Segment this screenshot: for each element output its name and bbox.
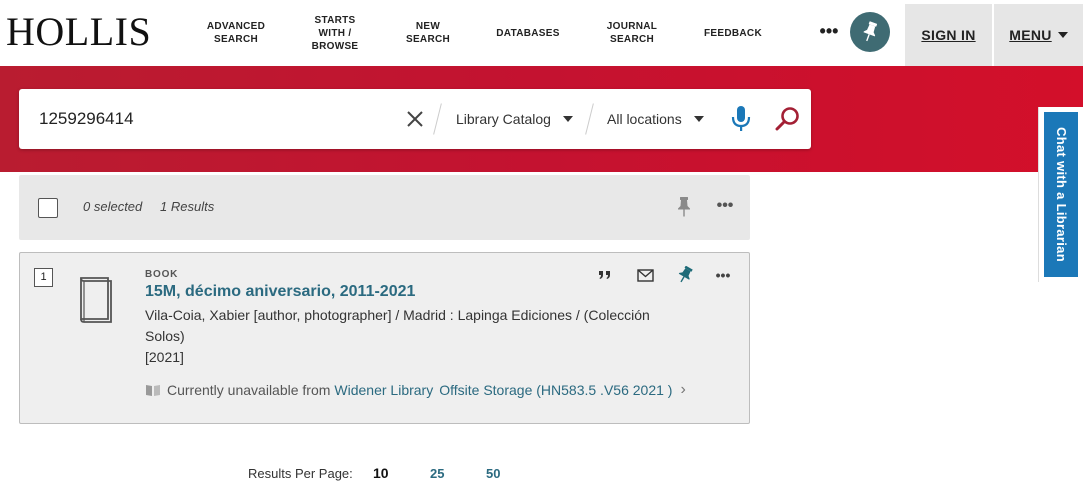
- result-date: [2021]: [145, 349, 184, 365]
- book-icon: [80, 277, 112, 323]
- chevron-right-icon: ›: [680, 381, 686, 398]
- envelope-icon: [636, 268, 654, 282]
- result-item[interactable]: 1 BOOK 15M, décimo aniversario, 2011-202…: [19, 252, 750, 424]
- result-details: Vila-Coia, Xabier [author, photographer]…: [145, 305, 665, 368]
- pin-icon[interactable]: [675, 196, 693, 218]
- clear-search-icon[interactable]: [405, 109, 425, 129]
- quote-icon: [599, 271, 610, 279]
- divider: [433, 103, 442, 135]
- more-options-button[interactable]: •••: [818, 20, 840, 44]
- chat-with-librarian-tab[interactable]: Chat with a Librarian: [1038, 107, 1083, 282]
- pin-icon: [678, 266, 693, 283]
- nav-new-search[interactable]: NEW SEARCH: [398, 0, 458, 66]
- availability-status: Currently unavailable from: [167, 382, 331, 398]
- scope-dropdown[interactable]: Library Catalog: [456, 107, 573, 131]
- sign-in-button[interactable]: SIGN IN: [905, 4, 992, 66]
- results-per-page-50[interactable]: 50: [486, 466, 500, 481]
- more-record-actions-button[interactable]: •••: [713, 265, 733, 285]
- library-name: Widener Library: [334, 382, 434, 398]
- result-series: Solos): [145, 328, 185, 344]
- selected-count: 0 selected: [83, 199, 143, 214]
- nav-databases[interactable]: DATABASES: [490, 0, 566, 66]
- nav-advanced-search-label: ADVANCED SEARCH: [206, 21, 266, 45]
- select-all-checkbox[interactable]: [38, 198, 58, 218]
- result-number: 1: [34, 268, 53, 287]
- nav-feedback-label: FEEDBACK: [704, 27, 762, 39]
- chat-label: Chat with a Librarian: [1053, 127, 1069, 262]
- hollis-logo[interactable]: HOLLIS: [6, 10, 151, 54]
- nav-advanced-search[interactable]: ADVANCED SEARCH: [200, 0, 272, 66]
- nav-feedback[interactable]: FEEDBACK: [696, 0, 770, 66]
- search-bar: Library Catalog All locations: [19, 89, 811, 149]
- nav-journal-search-label: JOURNAL SEARCH: [606, 21, 658, 45]
- nav-starts-with-browse[interactable]: STARTS WITH / BROWSE: [303, 0, 367, 66]
- results-per-page-10[interactable]: 10: [373, 465, 389, 481]
- resource-type: BOOK: [145, 269, 179, 280]
- email-button[interactable]: [635, 265, 655, 285]
- divider: [585, 103, 594, 135]
- menu-label: MENU: [1009, 27, 1052, 43]
- caret-down-icon: [693, 116, 704, 122]
- nav-new-search-label: NEW SEARCH: [405, 21, 451, 45]
- nav-journal-search[interactable]: JOURNAL SEARCH: [598, 0, 666, 66]
- results-per-page-label: Results Per Page:: [248, 466, 353, 481]
- cite-button[interactable]: [595, 265, 615, 285]
- pin-icon: [863, 21, 878, 42]
- pinned-items-button[interactable]: [850, 12, 890, 52]
- results-toolbar: 0 selected 1 Results •••: [19, 175, 750, 240]
- availability-line[interactable]: Currently unavailable from Widener Libra…: [145, 381, 686, 399]
- nav-browse-label: STARTS WITH / BROWSE: [311, 14, 359, 52]
- result-creator-publisher: Vila-Coia, Xabier [author, photographer]…: [145, 307, 650, 323]
- scope-dropdown-value: Library Catalog: [456, 111, 551, 127]
- location-dropdown[interactable]: All locations: [607, 107, 704, 131]
- result-title[interactable]: 15M, décimo aniversario, 2011-2021: [145, 283, 415, 301]
- nav-databases-label: DATABASES: [496, 27, 560, 39]
- caret-down-icon: [562, 116, 573, 122]
- chat-button[interactable]: Chat with a Librarian: [1044, 112, 1078, 277]
- top-bar: HOLLIS ADVANCED SEARCH STARTS WITH / BROWSE…: [0, 0, 1083, 66]
- results-count: 1 Results: [160, 199, 215, 214]
- shelf-location: Offsite Storage (HN583.5 .V56 2021 ): [439, 382, 673, 398]
- menu-button[interactable]: MENU: [994, 4, 1083, 66]
- results-per-page-25[interactable]: 25: [430, 466, 444, 481]
- more-actions-button[interactable]: •••: [713, 195, 737, 219]
- microphone-icon[interactable]: [730, 105, 752, 133]
- location-dropdown-value: All locations: [607, 111, 682, 127]
- pin-record-button[interactable]: [675, 265, 695, 285]
- caret-down-icon: [1057, 32, 1068, 38]
- search-input[interactable]: [39, 107, 399, 131]
- search-icon[interactable]: [774, 105, 802, 133]
- open-book-icon: [146, 385, 160, 396]
